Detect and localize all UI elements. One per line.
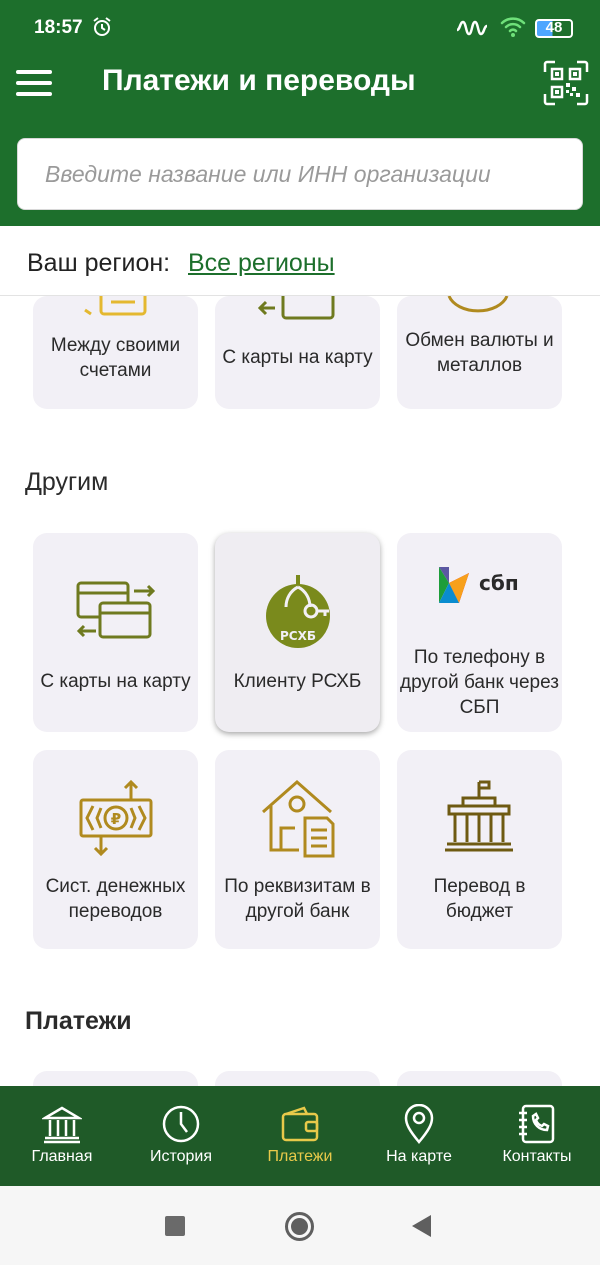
search-input[interactable]	[18, 139, 582, 209]
nav-label: На карте	[386, 1148, 452, 1165]
qr-scan-icon[interactable]	[543, 60, 589, 106]
payments-content[interactable]: Между своими счетами С карты на карту Об…	[0, 296, 600, 1086]
app-header: 18:57 48 Платежи и переводы	[0, 0, 600, 226]
nav-item-map[interactable]: На карте	[360, 1086, 478, 1186]
page-title: Платежи и переводы	[102, 64, 416, 97]
system-nav-bar	[0, 1186, 600, 1265]
clock-icon	[162, 1105, 200, 1143]
menu-button[interactable]	[16, 70, 54, 96]
government-building-icon	[445, 780, 513, 852]
section-title-payments: Платежи	[25, 1007, 132, 1035]
nav-label: Платежи	[267, 1148, 333, 1165]
tile-own-card-to-card[interactable]: С карты на карту	[215, 296, 380, 409]
tile-sbp-phone[interactable]: сбп По телефону в другой банк через СБП	[397, 533, 562, 732]
rshb-logo-text: РСХБ	[280, 629, 316, 643]
status-bar: 18:57 48	[0, 0, 600, 58]
back-button[interactable]	[412, 1215, 431, 1237]
tile-label: С карты на карту	[222, 347, 373, 368]
home-button[interactable]	[285, 1212, 314, 1241]
currency-exchange-icon	[447, 296, 509, 313]
tile-label: По реквизитам в другой банк	[224, 876, 371, 922]
bottom-nav: Главная История Платежи На карте Контакт…	[0, 1086, 600, 1186]
bank-icon	[42, 1106, 82, 1144]
status-time: 18:57	[34, 17, 83, 38]
region-link[interactable]: Все регионы	[188, 249, 335, 278]
nav-label: История	[149, 1148, 213, 1165]
bank-details-icon	[262, 779, 335, 858]
nav-item-home[interactable]: Главная	[3, 1086, 121, 1186]
tile-payment-partial[interactable]	[215, 1071, 380, 1086]
accounts-transfer-icon	[84, 296, 147, 316]
tile-label: По телефону в другой банк через СБП	[400, 647, 559, 718]
app-bar: Платежи и переводы	[0, 58, 600, 134]
region-selector: Ваш регион: Все регионы	[0, 226, 600, 296]
wallet-icon	[281, 1106, 319, 1142]
tile-label: С карты на карту	[40, 671, 191, 692]
money-transfer-system-icon: ₽	[79, 779, 153, 857]
tile-card-to-card[interactable]: С карты на карту	[33, 533, 198, 732]
tile-payment-partial[interactable]	[33, 1071, 198, 1086]
card-transfer-icon	[257, 296, 335, 320]
wifi-icon	[500, 17, 526, 37]
alarm-icon	[93, 17, 111, 36]
svg-text:₽: ₽	[111, 810, 121, 828]
nav-item-history[interactable]: История	[122, 1086, 240, 1186]
region-label: Ваш регион:	[27, 249, 171, 277]
nav-label: Главная	[31, 1148, 93, 1165]
tile-own-accounts[interactable]: Между своими счетами	[33, 296, 198, 409]
location-pin-icon	[404, 1104, 434, 1144]
battery-icon: 48	[535, 19, 573, 38]
tile-currency-exchange[interactable]: Обмен валюты и металлов	[397, 296, 562, 409]
battery-level: 48	[545, 19, 563, 36]
nav-item-contacts[interactable]: Контакты	[478, 1086, 596, 1186]
tile-rshb-client[interactable]: РСХБ Клиенту РСХБ	[215, 533, 380, 732]
tile-money-transfer-system[interactable]: ₽ Сист. денежных переводов	[33, 750, 198, 949]
recents-button[interactable]	[165, 1216, 185, 1236]
nav-label: Контакты	[502, 1148, 572, 1165]
nav-item-payments[interactable]: Платежи	[241, 1086, 359, 1186]
tile-payment-partial[interactable]	[397, 1071, 562, 1086]
signal-icon	[456, 20, 488, 36]
sbp-logo-icon: сбп	[439, 567, 519, 603]
search-field[interactable]	[17, 138, 583, 210]
section-title-others: Другим	[25, 468, 109, 496]
tile-label: Обмен валюты и металлов	[405, 330, 554, 376]
tile-label: Сист. денежных переводов	[45, 876, 186, 922]
tile-label: Между своими счетами	[50, 335, 181, 381]
rshb-logo-icon: РСХБ	[266, 575, 330, 648]
tile-bank-details[interactable]: По реквизитам в другой банк	[215, 750, 380, 949]
tile-label: Клиенту РСХБ	[233, 671, 362, 692]
card-to-card-icon	[76, 581, 156, 639]
tile-label: Перевод в бюджет	[433, 876, 526, 922]
contacts-phone-icon	[519, 1104, 555, 1144]
sbp-logo-text: сбп	[479, 571, 519, 595]
tile-budget-transfer[interactable]: Перевод в бюджет	[397, 750, 562, 949]
